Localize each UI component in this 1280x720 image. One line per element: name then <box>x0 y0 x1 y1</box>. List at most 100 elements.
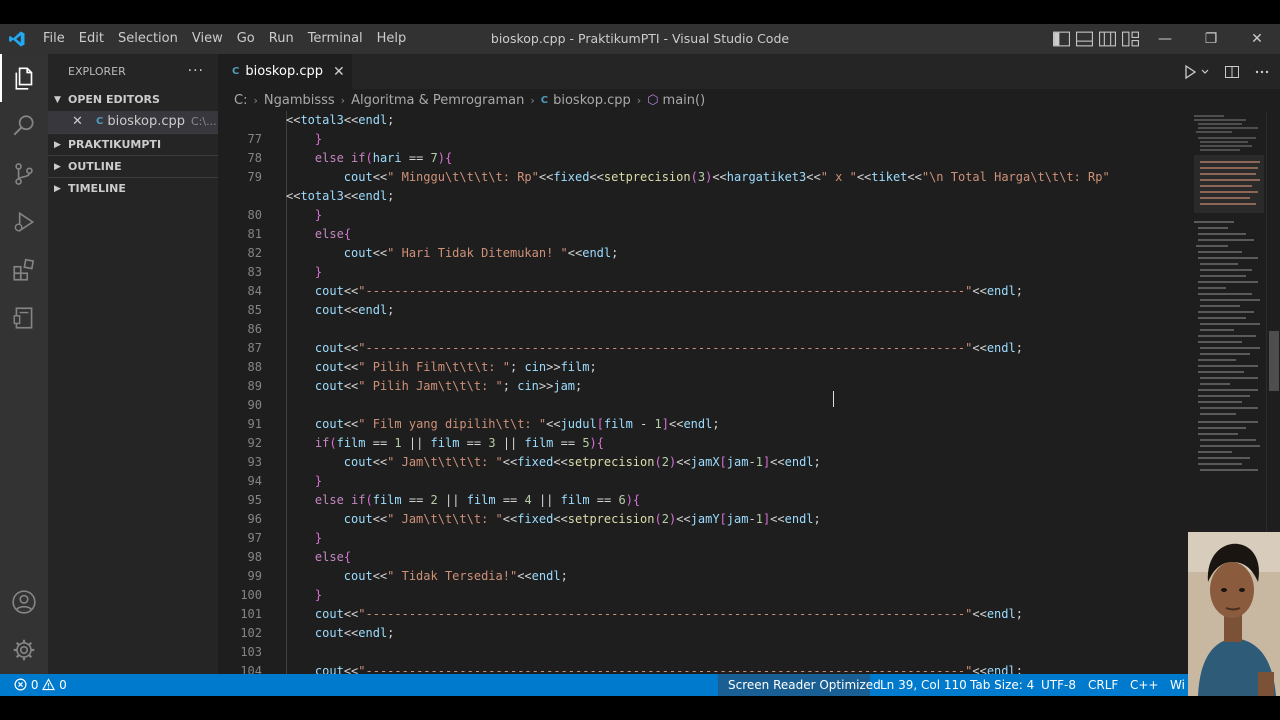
line-number: 78 <box>247 151 262 165</box>
section-outline[interactable]: ▶ OUTLINE <box>48 155 218 177</box>
code-line: } <box>314 132 323 146</box>
explorer-icon[interactable] <box>0 54 48 102</box>
line-number: 101 <box>240 607 262 621</box>
section-label: TIMELINE <box>68 181 126 195</box>
close-tab-icon[interactable]: ✕ <box>333 64 345 80</box>
split-editor-icon[interactable] <box>1224 64 1240 80</box>
line-number: 79 <box>247 170 262 184</box>
more-actions-icon[interactable] <box>1254 64 1270 80</box>
cpp-file-icon: C <box>232 66 240 77</box>
cpp-file-icon: C <box>540 94 549 106</box>
line-number: 81 <box>247 227 262 241</box>
code-line: else{ <box>314 227 352 241</box>
open-editor-filename: bioskop.cpp <box>107 114 185 129</box>
line-number: 80 <box>247 208 262 222</box>
menu-help[interactable]: Help <box>370 24 414 54</box>
section-timeline[interactable]: ▶ TIMELINE <box>48 177 218 199</box>
breadcrumb-item[interactable]: Ngambisss <box>264 93 335 108</box>
code-line: cout<<"---------------------------------… <box>314 341 1023 355</box>
chevron-right-icon: › <box>253 93 258 107</box>
breadcrumb-item[interactable]: C: <box>234 93 247 108</box>
section-praktikumpti[interactable]: ▶ PRAKTIKUMPTI <box>48 133 218 155</box>
breadcrumb-file[interactable]: bioskop.cpp <box>553 93 631 108</box>
line-number: 104 <box>240 664 262 674</box>
code-line: cout<<" Minggu\t\t\t\t: Rp"<<fixed<<setp… <box>343 170 1110 184</box>
manage-gear-icon[interactable] <box>0 626 48 674</box>
toggle-primary-sidebar-icon[interactable] <box>1052 30 1071 48</box>
tab-size[interactable]: Tab Size: 4 <box>970 674 1034 696</box>
menu-edit[interactable]: Edit <box>72 24 111 54</box>
code-line: cout<<" Jam\t\t\t\t: "<<fixed<<setprecis… <box>343 455 821 469</box>
screen-reader-status[interactable]: Screen Reader Optimized <box>728 674 881 696</box>
menu-view[interactable]: View <box>185 24 230 54</box>
menu-selection[interactable]: Selection <box>111 24 185 54</box>
video-top-letterbox <box>0 0 1280 24</box>
function-symbol-icon: ⬡ <box>647 92 659 108</box>
line-number: 91 <box>247 417 262 431</box>
remote-explorer-icon[interactable] <box>0 294 48 342</box>
language-mode[interactable]: C++ <box>1130 674 1159 696</box>
close-window-button[interactable]: ✕ <box>1234 24 1280 54</box>
tab-bioskop-cpp[interactable]: C bioskop.cpp ✕ <box>218 54 352 89</box>
line-number: 83 <box>247 265 262 279</box>
code-line: cout<<endl; <box>314 303 395 317</box>
code-line: <<total3<<endl; <box>286 113 395 127</box>
line-number: 86 <box>247 322 262 336</box>
restore-button[interactable]: ❐ <box>1188 24 1234 54</box>
code-line: } <box>314 531 323 545</box>
menu-bar: File Edit Selection View Go Run Terminal… <box>36 24 413 54</box>
section-open-editors[interactable]: ▼ OPEN EDITORS <box>48 89 218 111</box>
breadcrumb: C: › Ngambisss › Algoritma & Pemrograman… <box>218 89 1280 111</box>
vscode-logo-icon <box>9 31 25 47</box>
layout-controls <box>1052 30 1140 48</box>
close-editor-icon[interactable]: ✕ <box>72 111 88 133</box>
breadcrumb-symbol[interactable]: main() <box>663 93 706 108</box>
mouse-ibeam-cursor <box>830 391 837 407</box>
tab-label: bioskop.cpp <box>245 64 323 79</box>
line-number: 97 <box>247 531 262 545</box>
error-icon <box>14 678 27 691</box>
code-line: cout<<" Hari Tidak Ditemukan! "<<endl; <box>343 246 619 260</box>
explorer-more-actions-icon[interactable]: ··· <box>188 54 204 89</box>
code-line: else{ <box>314 550 352 564</box>
menu-terminal[interactable]: Terminal <box>301 24 370 54</box>
chevron-right-icon: ▶ <box>54 183 61 194</box>
cursor-position[interactable]: Ln 39, Col 110 <box>880 674 967 696</box>
problems-indicator[interactable]: 0 0 <box>14 674 67 696</box>
code-line: } <box>314 265 323 279</box>
line-number: 93 <box>247 455 262 469</box>
customize-layout-icon[interactable] <box>1121 30 1140 48</box>
code-line: else if(hari == 7){ <box>314 151 453 165</box>
tab-bar: C bioskop.cpp ✕ <box>218 54 1280 89</box>
menu-go[interactable]: Go <box>230 24 262 54</box>
line-number: 77 <box>247 132 262 146</box>
search-icon[interactable] <box>0 102 48 150</box>
line-number: 98 <box>247 550 262 564</box>
status-extra[interactable]: Wi <box>1170 674 1185 696</box>
extensions-icon[interactable] <box>0 246 48 294</box>
source-control-icon[interactable] <box>0 150 48 198</box>
line-number: 99 <box>247 569 262 583</box>
accounts-icon[interactable] <box>0 578 48 626</box>
toggle-secondary-sidebar-icon[interactable] <box>1098 30 1117 48</box>
run-code-icon[interactable] <box>1182 64 1198 80</box>
code-editor[interactable]: <<total3<<endl; 77 } 78 else if(hari == 7)… <box>218 111 1188 674</box>
minimize-button[interactable]: — <box>1142 24 1188 54</box>
end-of-line[interactable]: CRLF <box>1088 674 1118 696</box>
toggle-panel-icon[interactable] <box>1075 30 1094 48</box>
code-line: cout<<" Pilih Jam\t\t\t: "; cin>>jam; <box>314 379 583 393</box>
open-editor-item[interactable]: ✕ C bioskop.cpp C:\... <box>48 111 218 133</box>
section-label: PRAKTIKUMPTI <box>68 137 162 151</box>
run-debug-icon[interactable] <box>0 198 48 246</box>
webcam-presenter-image <box>1188 532 1280 696</box>
breadcrumb-item[interactable]: Algoritma & Pemrograman <box>351 93 524 108</box>
error-count: 0 <box>30 678 39 692</box>
video-bottom-letterbox <box>0 696 1280 720</box>
chevron-down-icon[interactable] <box>1200 64 1210 80</box>
menu-run[interactable]: Run <box>262 24 301 54</box>
encoding[interactable]: UTF-8 <box>1041 674 1076 696</box>
line-number: 92 <box>247 436 262 450</box>
menu-file[interactable]: File <box>36 24 72 54</box>
scrollbar-thumb[interactable] <box>1269 331 1279 391</box>
code-line: cout<<" Pilih Film\t\t\t: "; cin>>film; <box>314 360 597 374</box>
